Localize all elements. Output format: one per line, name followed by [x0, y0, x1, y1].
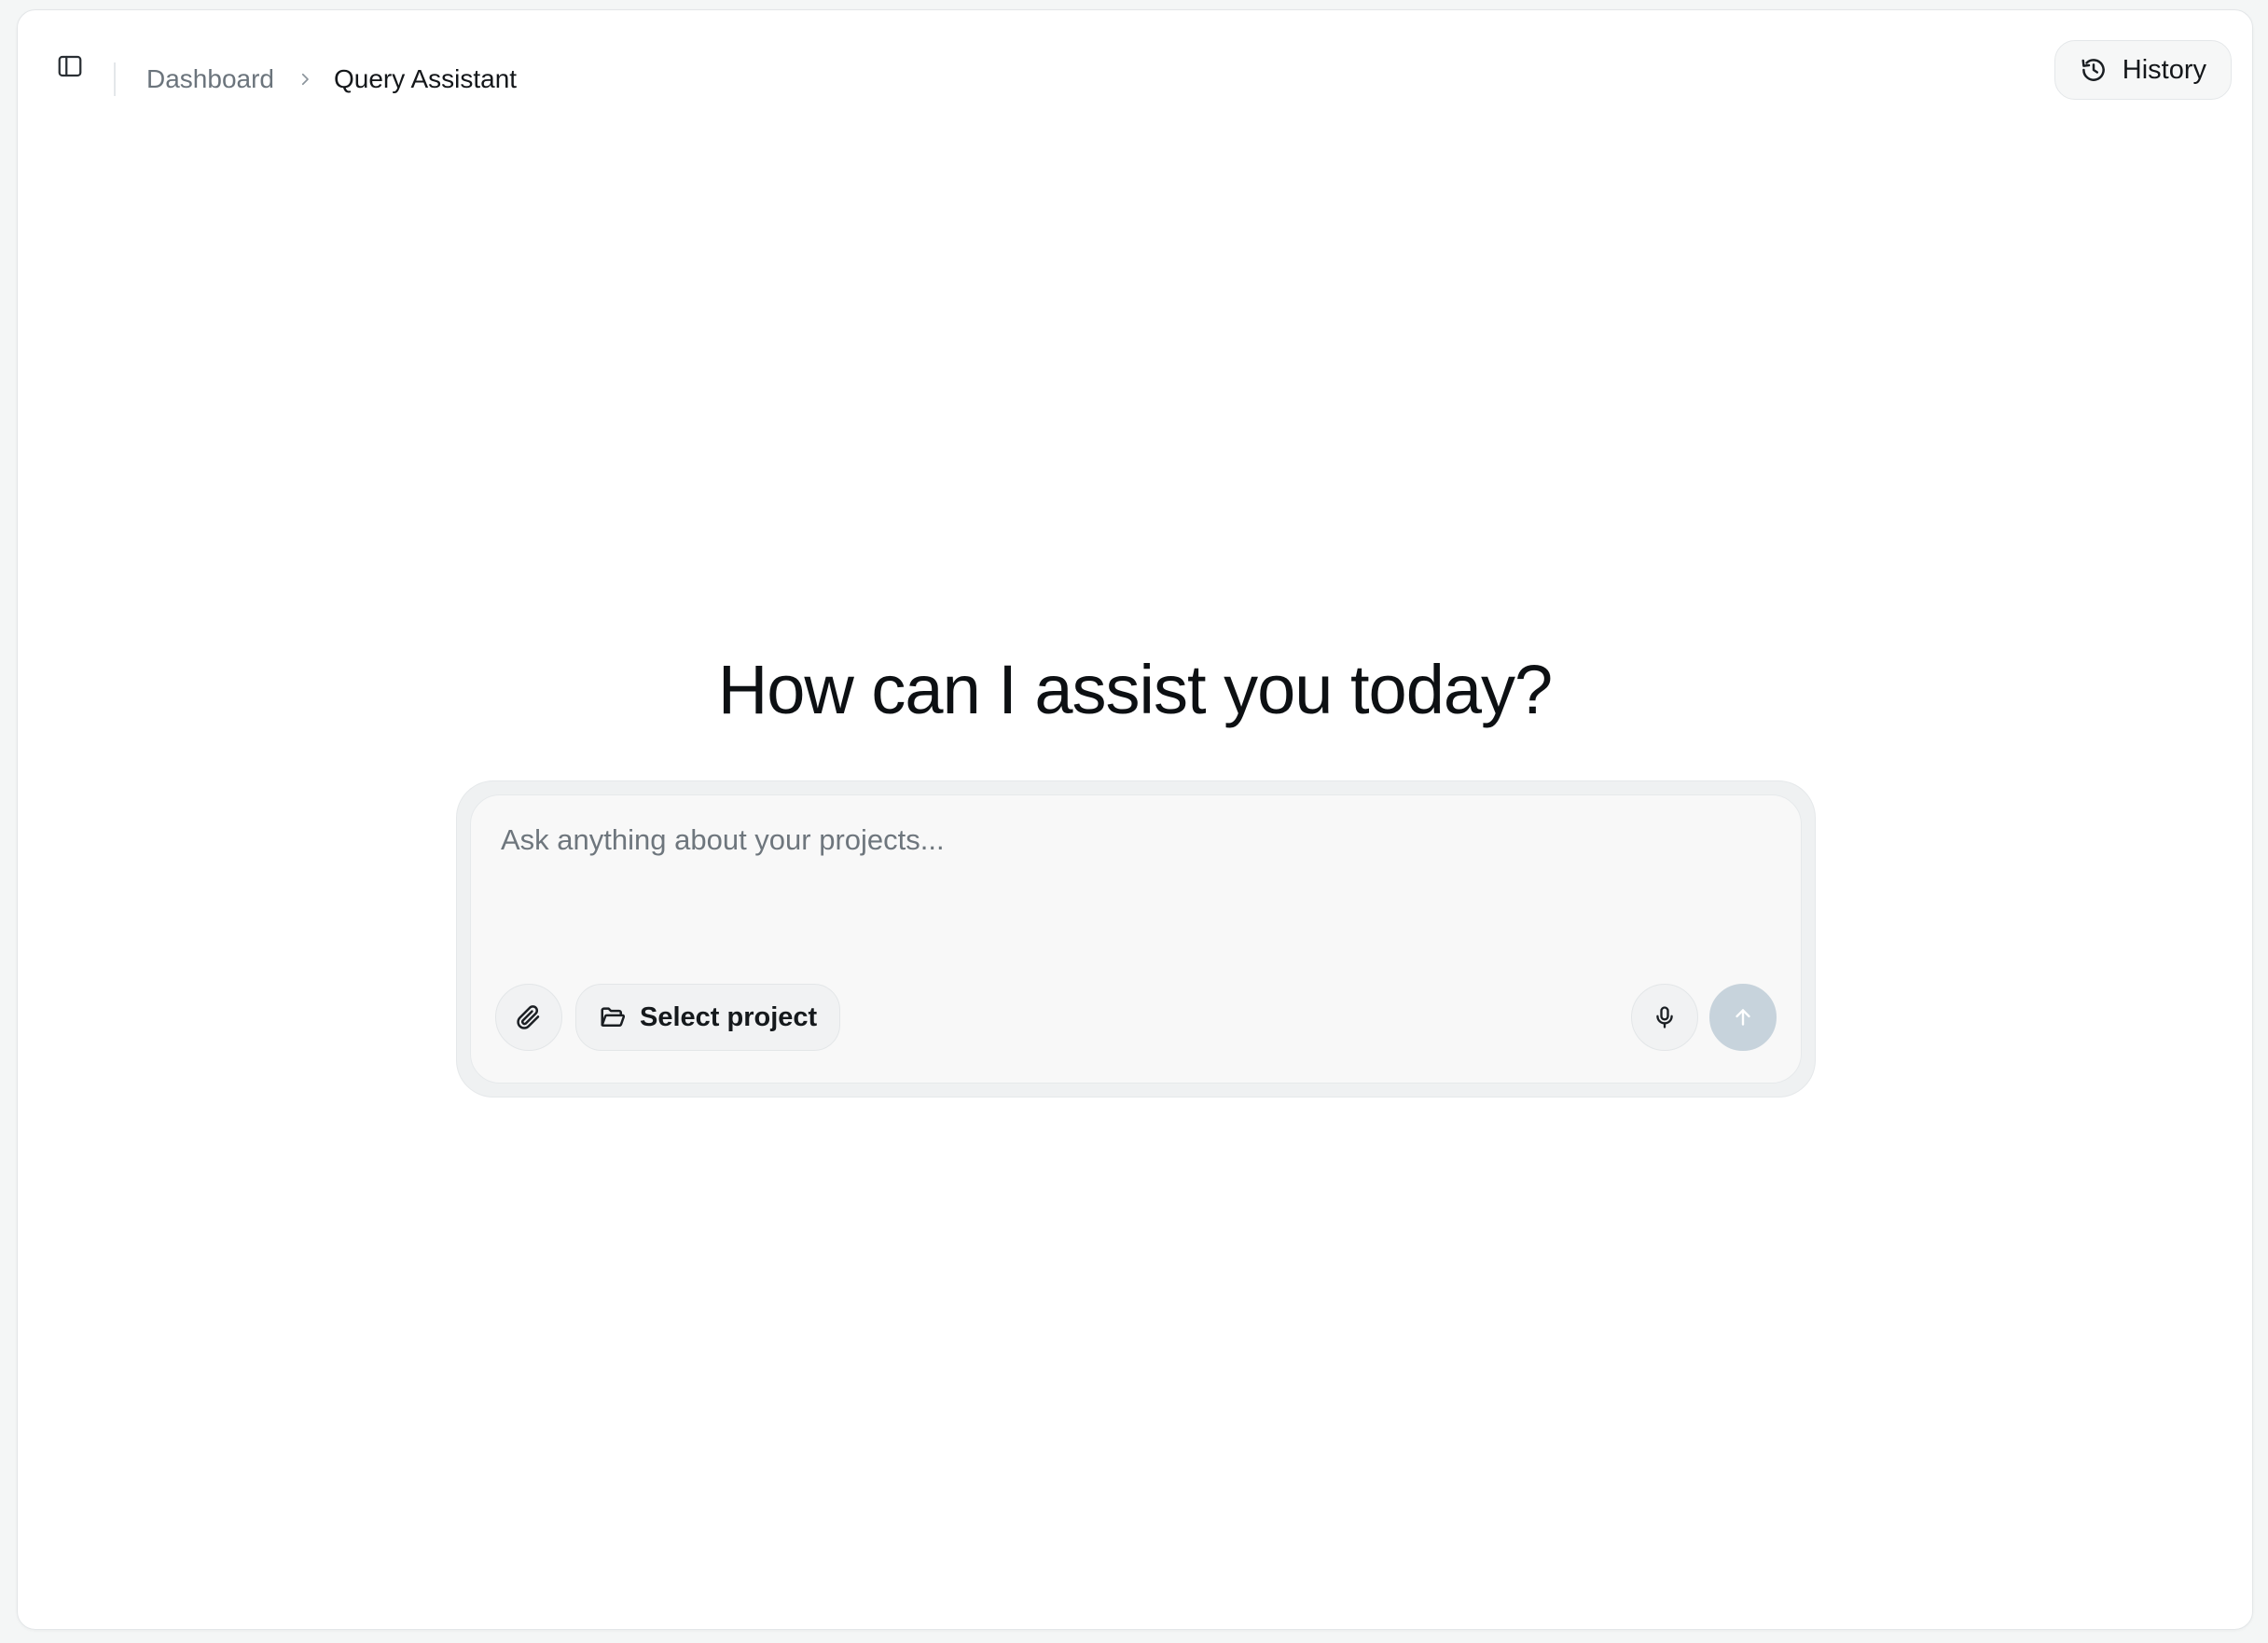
attach-button[interactable] [495, 984, 562, 1051]
history-label: History [2122, 54, 2206, 85]
send-button[interactable] [1709, 984, 1777, 1051]
arrow-up-icon [1731, 1005, 1755, 1029]
breadcrumb-current-page: Query Assistant [333, 64, 518, 93]
sidebar-toggle-button[interactable] [53, 49, 87, 83]
header-divider [114, 62, 116, 96]
app-window: Dashboard Query Assistant History How ca… [17, 9, 2253, 1630]
select-project-label: Select project [640, 1001, 818, 1032]
top-bar: Dashboard Query Assistant History [18, 10, 2252, 130]
breadcrumb-dashboard-link[interactable]: Dashboard [146, 64, 274, 94]
prompt-input[interactable] [501, 823, 1771, 917]
folder-open-icon [599, 1003, 627, 1031]
voice-input-button[interactable] [1631, 984, 1698, 1051]
chevron-right-icon [297, 71, 313, 88]
history-button[interactable]: History [2054, 40, 2232, 100]
microphone-icon [1652, 1004, 1678, 1030]
page-title: How can I assist you today? [717, 651, 1553, 728]
breadcrumb: Dashboard Query Assistant [146, 61, 517, 98]
composer: Select project [456, 780, 1816, 1098]
select-project-button[interactable]: Select project [575, 984, 841, 1051]
paperclip-icon [515, 1003, 543, 1031]
composer-box: Select project [470, 794, 1802, 1084]
sidebar-panel-icon [56, 52, 84, 80]
history-clock-icon [2080, 56, 2108, 84]
